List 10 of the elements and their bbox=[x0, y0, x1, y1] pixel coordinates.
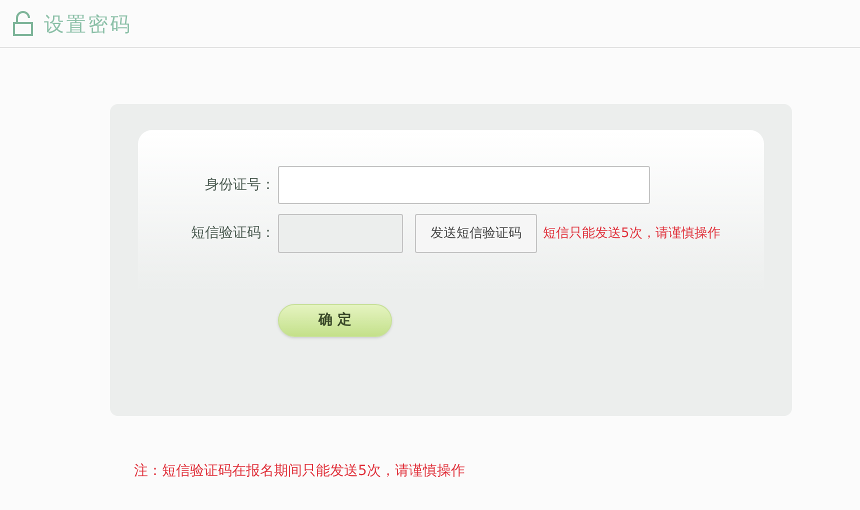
sms-code-field[interactable] bbox=[278, 214, 403, 253]
page-title: 设置密码 bbox=[44, 10, 132, 38]
field-label: 短信验证码： bbox=[190, 224, 275, 243]
unlock-icon bbox=[12, 10, 34, 36]
send-code-button[interactable]: 发送短信验证码 bbox=[415, 214, 537, 253]
field-label: 身份证号： bbox=[204, 176, 275, 194]
hint-text: 短信只能发送5次，请谨慎操作 bbox=[543, 224, 720, 243]
confirm-button[interactable]: 确 定 bbox=[278, 304, 392, 337]
id-number-field[interactable] bbox=[278, 166, 650, 204]
note-text: 注：短信验证码在报名期间只能发送5次，请谨慎操作 bbox=[134, 463, 465, 479]
